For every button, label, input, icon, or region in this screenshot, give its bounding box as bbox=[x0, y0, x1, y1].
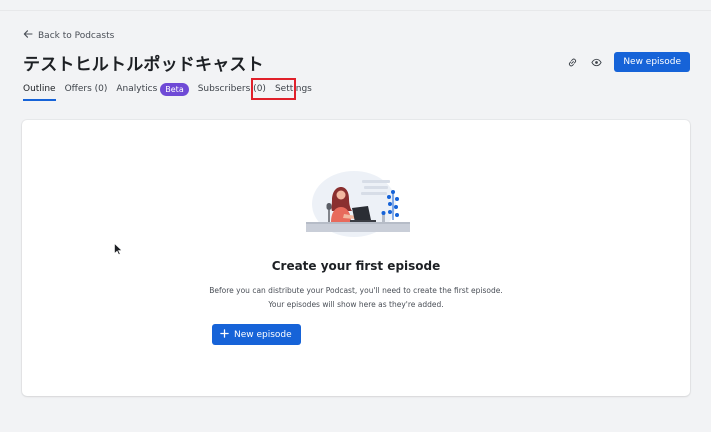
page-title: テストヒルトルポッドキャスト bbox=[23, 55, 264, 75]
tab-outline[interactable]: Outline bbox=[23, 79, 56, 101]
empty-state-description: Before you can distribute your Podcast, … bbox=[22, 284, 690, 312]
create-episode-button[interactable]: New episode bbox=[212, 324, 301, 345]
tab-analytics-label: Analytics bbox=[116, 84, 158, 94]
tab-bar: Outline Offers (0) Analytics Beta Subscr… bbox=[23, 79, 312, 101]
tab-analytics[interactable]: Analytics Beta bbox=[116, 79, 189, 99]
tab-settings[interactable]: Settings bbox=[275, 79, 312, 99]
create-episode-label: New episode bbox=[234, 329, 292, 340]
tab-outline-label: Outline bbox=[23, 84, 56, 94]
eye-icon[interactable] bbox=[590, 56, 602, 68]
empty-state-desc-line1: Before you can distribute your Podcast, … bbox=[209, 286, 503, 295]
podcaster-illustration bbox=[306, 171, 410, 237]
new-episode-button[interactable]: New episode bbox=[614, 52, 690, 72]
tab-settings-label: Settings bbox=[274, 84, 312, 94]
back-to-podcasts-link[interactable]: Back to Podcasts bbox=[23, 29, 114, 42]
new-episode-label: New episode bbox=[623, 57, 681, 67]
empty-state-card: Create your first episode Before you can… bbox=[22, 120, 690, 396]
empty-state-desc-line2: Your episodes will show here as they're … bbox=[268, 300, 444, 309]
top-strip bbox=[0, 0, 711, 11]
empty-state-title: Create your first episode bbox=[271, 259, 441, 273]
arrow-left-icon bbox=[23, 29, 33, 42]
plus-icon bbox=[220, 328, 229, 341]
tab-subscribers[interactable]: Subscribers (0) bbox=[198, 79, 266, 99]
header-actions: New episode bbox=[566, 52, 690, 72]
tab-offers[interactable]: Offers (0) bbox=[65, 79, 108, 99]
tab-offers-label: Offers (0) bbox=[64, 84, 108, 94]
back-link-label: Back to Podcasts bbox=[38, 30, 115, 41]
link-icon[interactable] bbox=[566, 56, 578, 68]
mouse-cursor-icon bbox=[114, 243, 122, 255]
tab-subscribers-label: Subscribers (0) bbox=[197, 84, 266, 94]
beta-badge: Beta bbox=[160, 82, 189, 96]
